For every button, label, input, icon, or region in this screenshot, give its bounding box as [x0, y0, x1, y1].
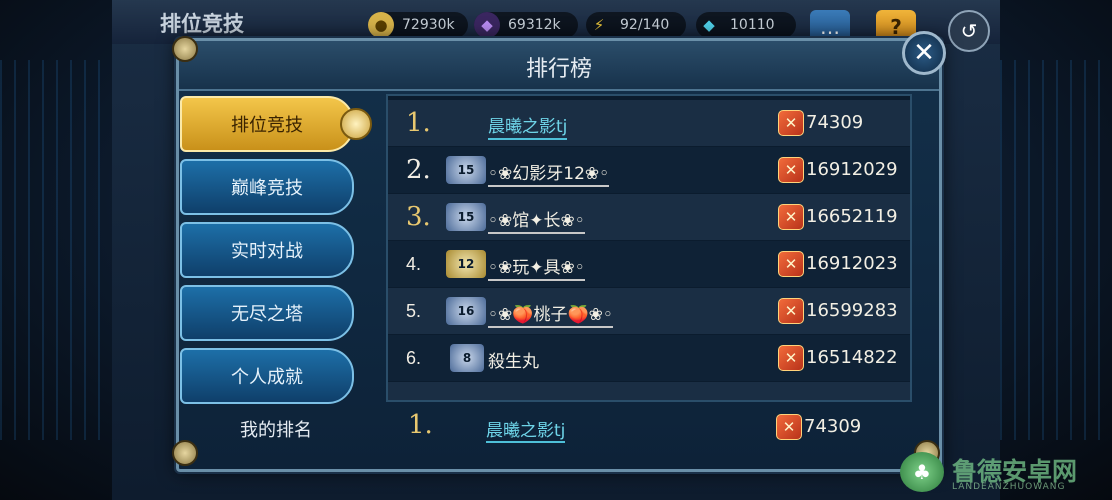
- tab-label: 个人成就: [231, 367, 303, 388]
- energy-icon: ⚡: [593, 16, 605, 34]
- energy-resource: ⚡ 92/140: [586, 12, 686, 38]
- player-name[interactable]: ◦❀幻影牙12❀◦: [488, 159, 610, 187]
- my-score: 74309: [804, 416, 862, 437]
- level-badge-icon: 15: [446, 156, 486, 184]
- watermark: ♣ 鲁德安卓网 LANDEANZHUOWANG: [900, 448, 1105, 496]
- right-circuit-decoration: [1000, 60, 1112, 440]
- battle-score-icon: ✕: [778, 345, 804, 371]
- close-icon: ✕: [913, 38, 935, 68]
- leaderboard-row[interactable]: 6. 8 殺生丸 ✕ 16514822: [388, 335, 910, 381]
- tab-achievements[interactable]: 个人成就: [180, 348, 354, 404]
- gem-value: 69312k: [508, 17, 561, 33]
- back-arrow-icon: ↺: [960, 19, 978, 43]
- panel-header: 排行榜: [179, 41, 939, 91]
- purple-gem-icon: ◆: [474, 12, 500, 38]
- tab-label: 巅峰竞技: [231, 178, 303, 199]
- player-name[interactable]: 殺生丸: [488, 347, 539, 373]
- rank-number: 3.: [406, 202, 431, 232]
- player-score: 16912023: [806, 253, 898, 274]
- battle-score-icon: ✕: [778, 110, 804, 136]
- level-badge-icon: 12: [446, 250, 486, 278]
- question-icon: ?: [890, 15, 902, 39]
- my-rank-label: 我的排名: [240, 420, 312, 441]
- battle-score-icon: ✕: [778, 204, 804, 230]
- battle-score-icon: ✕: [778, 298, 804, 324]
- player-name[interactable]: ◦❀馆✦长❀◦: [488, 206, 585, 234]
- diamond-resource: ◆ 10110: [696, 12, 796, 38]
- leaderboard-row[interactable]: 4. 12 ◦❀玩✦具❀◦ ✕ 16912023: [388, 241, 910, 287]
- battle-score-icon: ✕: [776, 414, 802, 440]
- player-name[interactable]: ◦❀玩✦具❀◦: [488, 253, 585, 281]
- player-score: 16514822: [806, 347, 898, 368]
- tab-label: 无尽之塔: [231, 304, 303, 325]
- diamond-value: 10110: [730, 17, 775, 33]
- leaderboard-row[interactable]: 3. 15 ◦❀馆✦长❀◦ ✕ 16652119: [388, 194, 910, 240]
- leaderboard-list[interactable]: 1. 晨曦之影tj ✕ 74309 2. 15 ◦❀幻影牙12❀◦ ✕ 1691…: [386, 94, 912, 402]
- battle-score-icon: ✕: [778, 251, 804, 277]
- tab-label: 实时对战: [231, 241, 303, 262]
- left-circuit-decoration: [0, 60, 112, 440]
- level-badge-icon: 16: [446, 297, 486, 325]
- watermark-logo-icon: ♣: [900, 452, 944, 492]
- player-name[interactable]: 晨曦之影tj: [488, 112, 568, 140]
- corner-ornament-icon: [172, 36, 198, 62]
- player-score: 16599283: [806, 300, 898, 321]
- leaderboard-row[interactable]: 2. 15 ◦❀幻影牙12❀◦ ✕ 16912029: [388, 147, 910, 193]
- screen-title: 排位竞技: [160, 12, 244, 36]
- rank-number: 2.: [406, 155, 431, 185]
- my-player-name[interactable]: 晨曦之影tj: [486, 416, 566, 443]
- tab-realtime-battle[interactable]: 实时对战: [180, 222, 354, 278]
- player-score: 16912029: [806, 159, 898, 180]
- energy-value: 92/140: [620, 17, 670, 33]
- leaderboard-row[interactable]: 5. 16 ◦❀🍑桃子🍑❀◦ ✕ 16599283: [388, 288, 910, 334]
- gem-resource: ◆ 69312k: [474, 12, 578, 38]
- tab-peak-arena[interactable]: 巅峰竞技: [180, 159, 354, 215]
- my-rank-bar: 我的排名 1. 晨曦之影tj ✕ 74309: [180, 404, 930, 452]
- level-badge-icon: 15: [446, 203, 486, 231]
- chat-bubble-icon: …: [820, 15, 840, 39]
- rank-number: 6.: [406, 348, 422, 368]
- tab-selector-knob-icon: [340, 108, 372, 140]
- leaderboard-row-partial[interactable]: [388, 382, 910, 400]
- back-button[interactable]: ↺: [948, 10, 990, 52]
- my-rank-number: 1.: [408, 410, 433, 440]
- player-score: 16652119: [806, 206, 898, 227]
- rank-number: 4.: [406, 254, 422, 274]
- tab-ranked-arena[interactable]: 排位竞技: [180, 96, 354, 152]
- battle-score-icon: ✕: [778, 157, 804, 183]
- gold-resource: ● 72930k: [368, 12, 468, 38]
- level-badge-icon: 8: [450, 344, 484, 372]
- leaderboard-row[interactable]: 1. 晨曦之影tj ✕ 74309: [388, 100, 910, 146]
- diamond-icon: ◆: [703, 16, 715, 34]
- close-button[interactable]: ✕: [902, 31, 946, 75]
- player-name[interactable]: ◦❀🍑桃子🍑❀◦: [488, 300, 613, 328]
- panel-title: 排行榜: [525, 57, 592, 82]
- rank-number: 1.: [406, 108, 431, 138]
- watermark-subtext: LANDEANZHUOWANG: [952, 482, 1066, 492]
- rank-number: 5.: [406, 301, 422, 321]
- gold-coin-icon: ●: [368, 12, 394, 38]
- player-score: 74309: [806, 112, 864, 133]
- tab-label: 排位竞技: [231, 115, 303, 136]
- gold-value: 72930k: [402, 17, 455, 33]
- tab-endless-tower[interactable]: 无尽之塔: [180, 285, 354, 341]
